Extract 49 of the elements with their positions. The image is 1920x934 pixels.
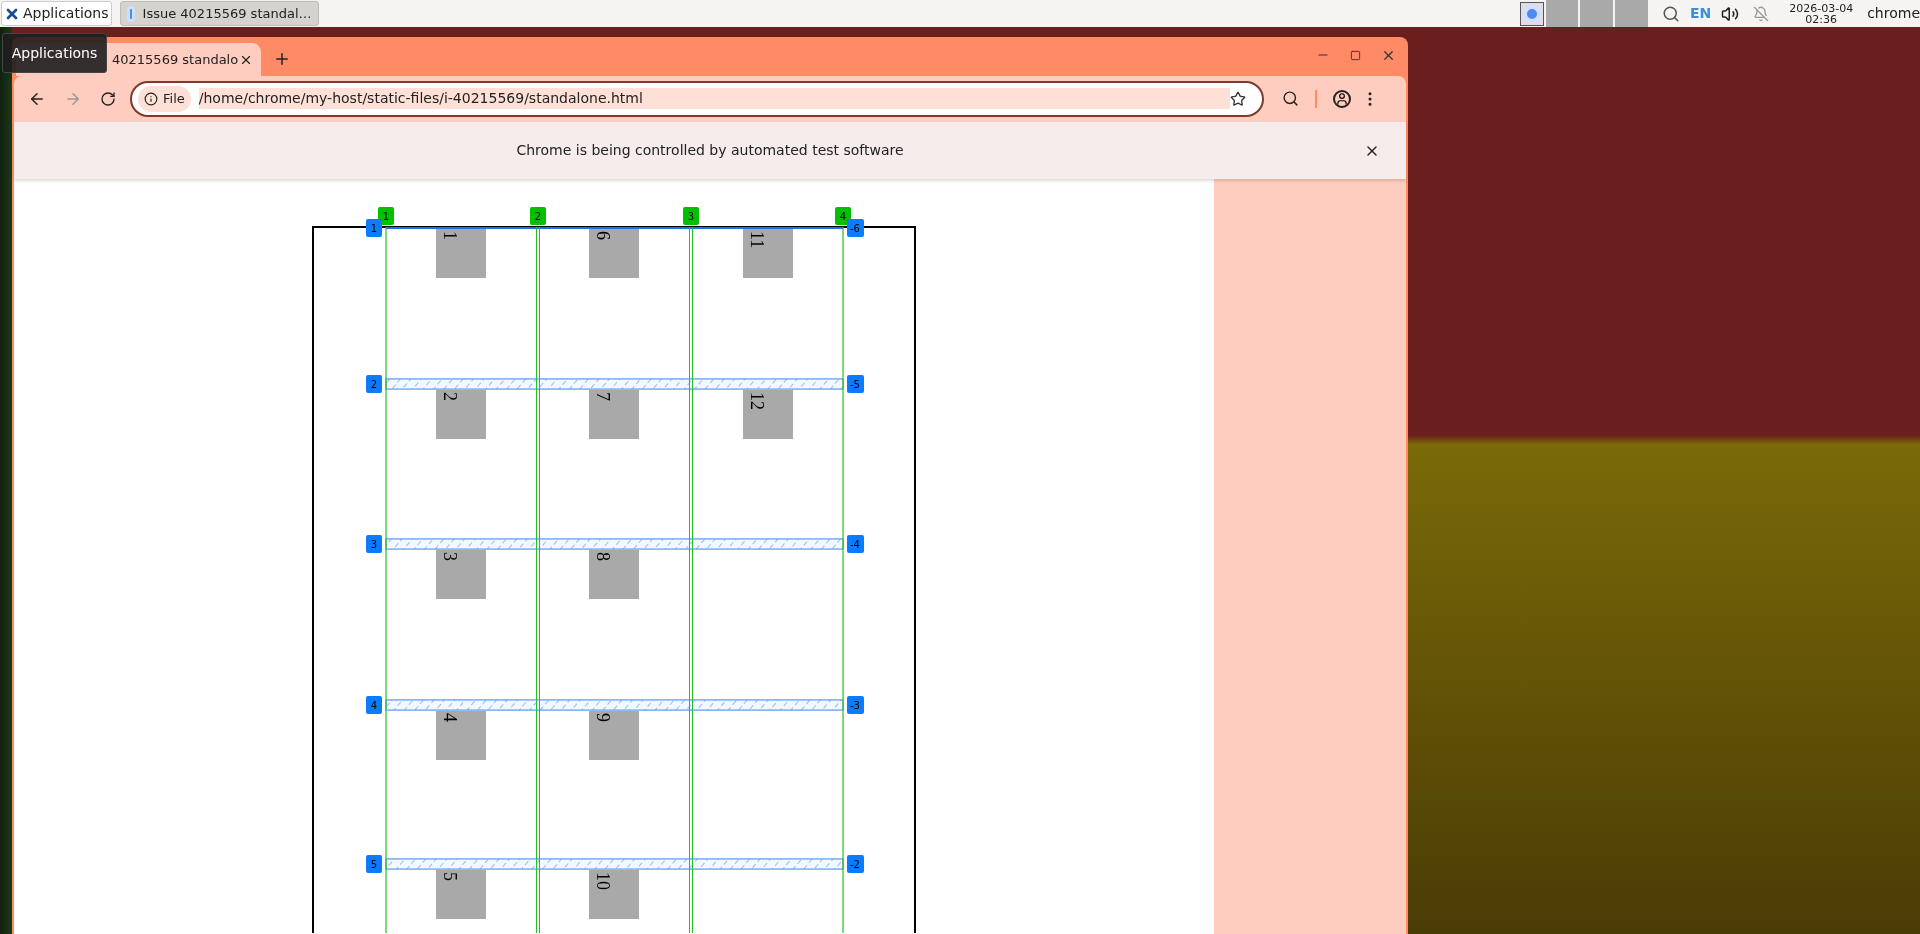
address-bar[interactable]: File /home/chrome/my-host/static-files/i-40215569/standalone.html bbox=[130, 80, 1264, 117]
notifications-off-icon[interactable] bbox=[1753, 5, 1770, 22]
row-number-badge: -2 bbox=[847, 855, 864, 873]
column-number-badge: 2 bbox=[530, 207, 546, 225]
tooltip: Applications bbox=[2, 33, 107, 73]
row-number-badge: -6 bbox=[847, 219, 864, 237]
bookmark-star-icon[interactable] bbox=[1230, 90, 1246, 107]
applications-menu-button[interactable]: Applications bbox=[1, 1, 112, 26]
grid-item: 8 bbox=[589, 550, 639, 599]
column-number-badge: 3 bbox=[683, 207, 699, 225]
clock[interactable]: 2026-03-04 02:36 bbox=[1789, 2, 1854, 25]
grid-item: 12 bbox=[743, 390, 793, 439]
grid-item: 6 bbox=[589, 229, 639, 278]
infobar-message: Chrome is being controlled by automated test software bbox=[516, 141, 904, 160]
close-window-icon[interactable] bbox=[1381, 48, 1396, 63]
grid-item: 3 bbox=[436, 550, 486, 599]
row-number-badge: 4 bbox=[366, 696, 382, 714]
column-number-badge: 1 bbox=[378, 207, 394, 225]
grid-item: 7 bbox=[589, 390, 639, 439]
new-tab-icon[interactable] bbox=[273, 50, 291, 68]
taskbar-window-button[interactable]: Issue 40215569 standal… bbox=[119, 1, 319, 26]
row-number-badge: -5 bbox=[847, 375, 864, 393]
reload-icon[interactable] bbox=[100, 90, 116, 107]
row-number-badge: 2 bbox=[366, 375, 382, 393]
chrome-icon[interactable] bbox=[1519, 1, 1544, 26]
row-number-badge: 3 bbox=[366, 535, 382, 553]
grid-item: 5 bbox=[436, 870, 486, 919]
row-number-badge: 1 bbox=[366, 219, 382, 237]
volume-icon[interactable] bbox=[1721, 4, 1740, 23]
column-number-badge: 4 bbox=[835, 207, 851, 225]
chrome-icon bbox=[126, 5, 135, 22]
row-number-badge: 5 bbox=[366, 855, 382, 873]
clock-date: 2026-03-04 bbox=[1789, 2, 1854, 14]
profile-icon[interactable] bbox=[1333, 89, 1351, 108]
row-number-badge: -4 bbox=[847, 535, 864, 553]
grid-item: 2 bbox=[436, 390, 486, 439]
clock-time: 02:36 bbox=[1805, 13, 1838, 25]
site-info-chip[interactable]: File bbox=[138, 85, 191, 112]
maximize-icon[interactable] bbox=[1350, 50, 1361, 61]
tab-search-icon[interactable] bbox=[1282, 90, 1299, 107]
user-name[interactable]: chrome bbox=[1867, 3, 1920, 24]
url-text: /home/chrome/my-host/static-files/i-40215569/standalone.html bbox=[198, 88, 1230, 109]
grid-item: 9 bbox=[589, 711, 639, 760]
grid-item: 10 bbox=[589, 870, 639, 919]
grid-item: 11 bbox=[743, 229, 793, 278]
info-icon bbox=[144, 91, 158, 106]
grid-item: 4 bbox=[436, 711, 486, 760]
row-number-badge: -3 bbox=[847, 696, 864, 714]
grid-item: 1 bbox=[436, 229, 486, 278]
